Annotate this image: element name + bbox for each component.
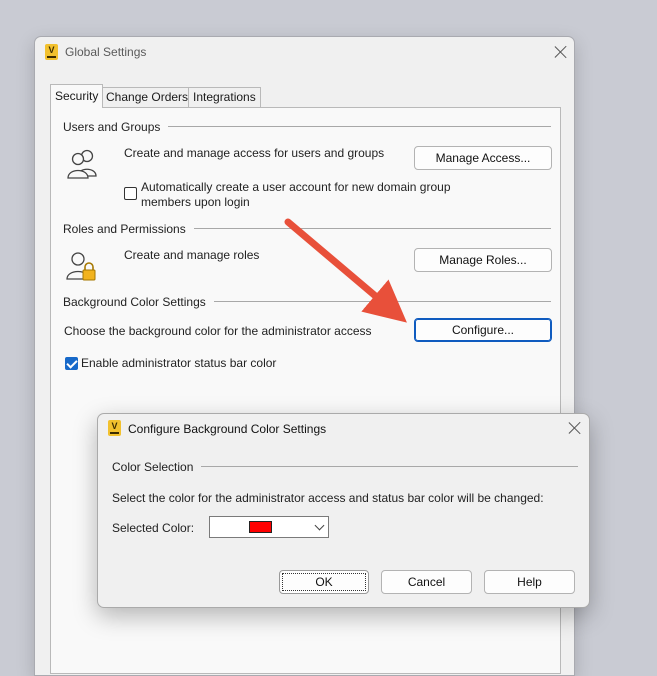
color-dropdown[interactable] xyxy=(209,516,329,538)
cancel-button[interactable]: Cancel xyxy=(381,570,472,594)
dialog-title: Configure Background Color Settings xyxy=(128,422,327,436)
ok-button[interactable]: OK xyxy=(279,570,369,594)
color-swatch xyxy=(249,521,272,533)
app-logo-icon: V xyxy=(45,44,58,60)
enable-status-bar-color-checkbox[interactable] xyxy=(65,357,78,370)
auto-create-label-line1[interactable]: Automatically create a user account for … xyxy=(141,180,451,194)
selected-color-label: Selected Color: xyxy=(112,521,195,535)
tab-security[interactable]: Security xyxy=(50,84,104,108)
configure-color-dialog: V Configure Background Color Settings Co… xyxy=(97,413,590,608)
color-instruction: Select the color for the administrator a… xyxy=(112,491,544,505)
app-logo-icon: V xyxy=(108,420,121,436)
users-group-icon xyxy=(65,146,101,185)
chevron-down-icon xyxy=(314,520,325,531)
tab-change-orders[interactable]: Change Orders xyxy=(101,87,194,107)
auto-create-account-checkbox[interactable] xyxy=(124,187,137,200)
close-icon[interactable] xyxy=(554,45,568,59)
manage-access-button[interactable]: Manage Access... xyxy=(414,146,552,170)
roles-permissions-title: Roles and Permissions xyxy=(63,222,194,236)
color-selection-title: Color Selection xyxy=(112,460,202,474)
user-lock-icon xyxy=(65,248,101,287)
close-icon[interactable] xyxy=(568,421,582,435)
window-title: Global Settings xyxy=(65,45,147,59)
configure-button[interactable]: Configure... xyxy=(414,318,552,342)
auto-create-label-line2[interactable]: members upon login xyxy=(141,195,250,209)
background-color-title: Background Color Settings xyxy=(63,295,214,309)
enable-status-bar-color-label[interactable]: Enable administrator status bar color xyxy=(81,356,276,370)
roles-description: Create and manage roles xyxy=(124,248,260,262)
users-groups-description: Create and manage access for users and g… xyxy=(124,146,385,160)
background-color-description: Choose the background color for the admi… xyxy=(64,324,372,338)
tab-integrations[interactable]: Integrations xyxy=(188,87,261,107)
manage-roles-button[interactable]: Manage Roles... xyxy=(414,248,552,272)
help-button[interactable]: Help xyxy=(484,570,575,594)
users-groups-title: Users and Groups xyxy=(63,120,169,134)
title-bar[interactable]: V Global Settings xyxy=(35,37,574,67)
